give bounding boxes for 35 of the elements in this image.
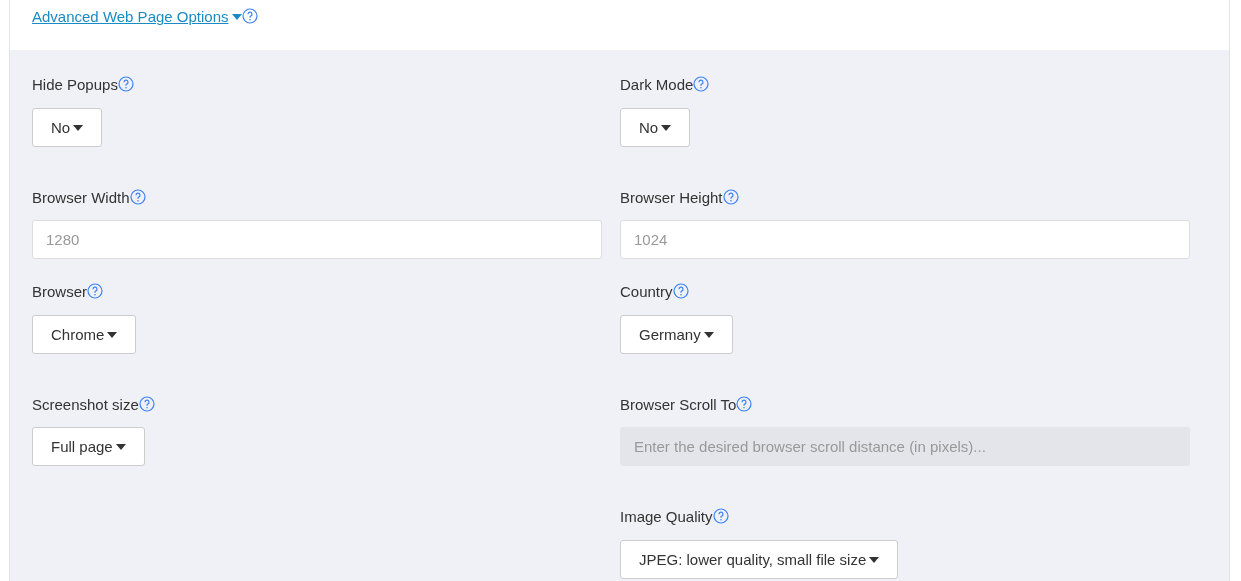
advanced-options-link[interactable]: Advanced Web Page Options bbox=[32, 8, 229, 25]
dropdown-button[interactable]: Germany bbox=[620, 314, 733, 354]
field-label: Browser bbox=[32, 282, 87, 302]
field-label: Browser Scroll To bbox=[620, 394, 737, 415]
help-icon[interactable] bbox=[722, 188, 739, 205]
help-icon[interactable] bbox=[129, 188, 146, 205]
help-icon[interactable] bbox=[87, 283, 103, 299]
help-icon[interactable] bbox=[693, 76, 710, 92]
help-icon[interactable] bbox=[117, 76, 134, 92]
caret-icon bbox=[661, 124, 672, 131]
caret-icon bbox=[73, 124, 84, 131]
help-icon[interactable] bbox=[672, 283, 689, 299]
field-label: Browser Height bbox=[620, 187, 723, 208]
dropdown-button[interactable]: JPEG: lower quality, small file size bbox=[620, 539, 899, 579]
help-icon[interactable] bbox=[241, 8, 258, 24]
input-field[interactable]: 1024 bbox=[620, 220, 1190, 259]
caret-icon bbox=[107, 331, 118, 338]
field-label: Browser Width bbox=[32, 187, 130, 208]
input-field[interactable]: 1280 bbox=[32, 220, 602, 259]
help-icon[interactable] bbox=[138, 395, 155, 412]
caret-icon[interactable] bbox=[231, 14, 242, 20]
field-label: Screenshot size bbox=[32, 394, 139, 415]
field-label: Image Quality bbox=[620, 507, 713, 527]
field-label: Dark Mode bbox=[620, 75, 694, 95]
caret-icon bbox=[703, 331, 714, 338]
help-icon[interactable] bbox=[736, 395, 753, 412]
field-label: Hide Popups bbox=[32, 75, 118, 95]
caret-icon bbox=[115, 444, 126, 450]
dropdown-button[interactable]: Chrome bbox=[32, 314, 137, 354]
field-label: Country bbox=[620, 282, 673, 302]
dropdown-button[interactable]: No bbox=[620, 107, 691, 147]
dropdown-button[interactable]: Full page bbox=[32, 427, 145, 466]
help-icon[interactable] bbox=[712, 508, 729, 524]
dropdown-button[interactable]: No bbox=[32, 107, 103, 147]
caret-icon bbox=[869, 556, 880, 563]
